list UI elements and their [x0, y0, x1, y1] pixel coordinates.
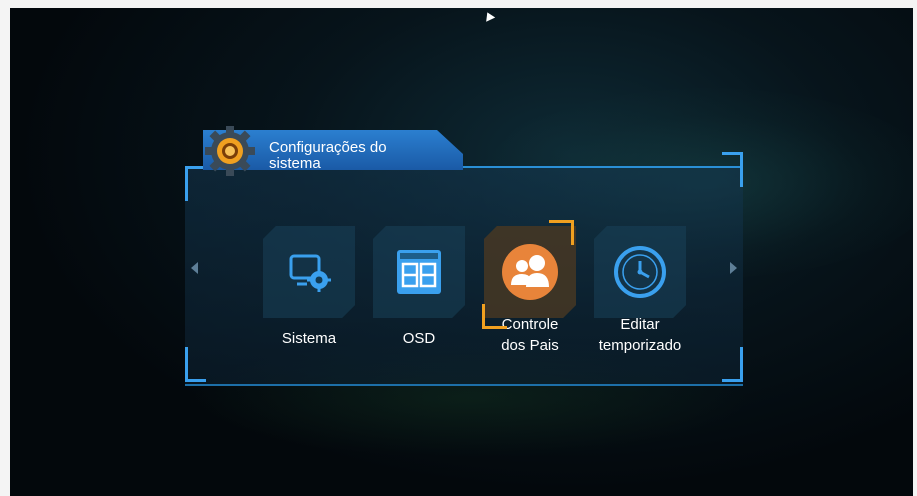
- menu-label-osd: OSD: [402, 330, 436, 347]
- clock-icon: [614, 246, 666, 298]
- menu-item-sistema[interactable]: Sistema: [261, 226, 357, 349]
- menu-item-osd[interactable]: OSD: [371, 226, 467, 349]
- menu-label-editar-temporizado: Editar temporizado: [592, 314, 688, 356]
- selection-corner-bottom-left: [482, 304, 507, 329]
- parental-users-icon: [502, 244, 558, 300]
- menu-item-controle-dos-pais[interactable]: Controle dos Pais: [482, 220, 578, 356]
- menu-item-editar-temporizado[interactable]: Editar temporizado: [592, 226, 688, 356]
- menu-tile-sistema[interactable]: [263, 226, 355, 318]
- tv-screen: Configurações do sistema Sistema OSD Con…: [10, 8, 913, 496]
- menu-label-controle-line2: dos Pais: [501, 337, 559, 354]
- menu-label-editar-line2: temporizado: [598, 337, 682, 354]
- panel-corner-bottom-left: [185, 347, 206, 382]
- mouse-cursor-icon: [482, 10, 496, 22]
- selection-corner-top-right: [549, 220, 574, 245]
- page-title-line2: sistema: [269, 155, 321, 172]
- page-title: Configurações do sistema: [269, 140, 387, 172]
- menu-label-sistema: Sistema: [281, 330, 337, 347]
- scroll-left-arrow-icon[interactable]: [191, 262, 198, 274]
- panel-corner-bottom-right: [722, 347, 743, 382]
- osd-layout-icon: [397, 250, 441, 294]
- menu-tile-osd[interactable]: [373, 226, 465, 318]
- scroll-right-arrow-icon[interactable]: [730, 262, 737, 274]
- menu-tile-editar-temporizado[interactable]: [594, 226, 686, 318]
- settings-gear-icon: [203, 124, 257, 178]
- monitor-gear-icon: [289, 254, 331, 292]
- panel-corner-top-right: [722, 152, 743, 187]
- settings-panel: Configurações do sistema Sistema OSD Con…: [185, 126, 743, 386]
- page-title-line1: Configurações do: [269, 139, 387, 156]
